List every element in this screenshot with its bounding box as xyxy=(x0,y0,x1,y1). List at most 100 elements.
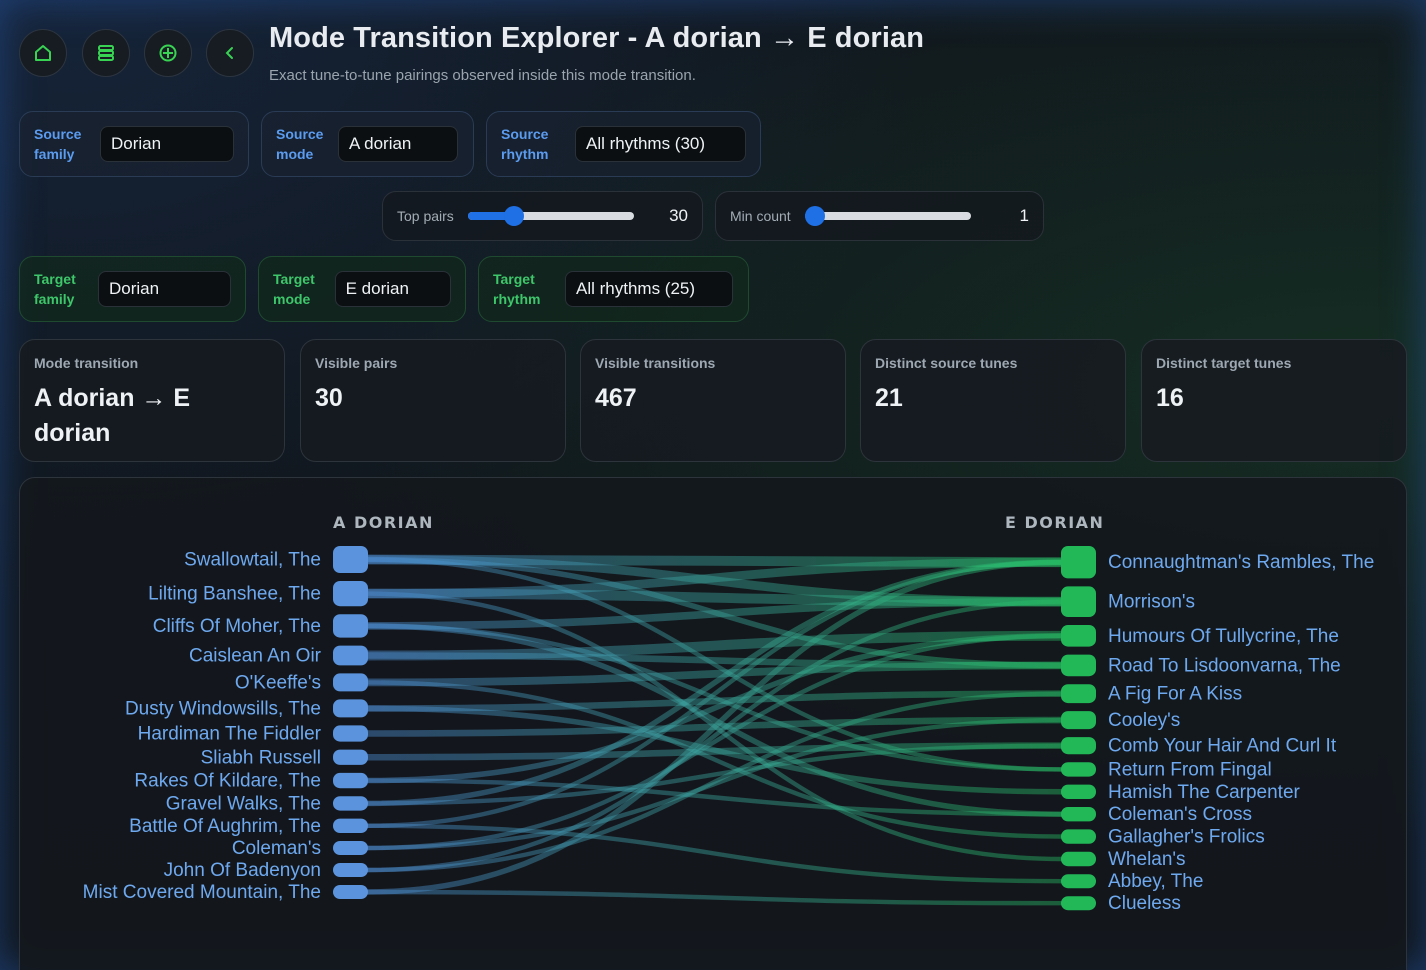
target-mode-select[interactable]: E dorian xyxy=(334,271,451,307)
target-node[interactable] xyxy=(1061,711,1096,730)
target-node-label: Morrison's xyxy=(1108,592,1195,613)
stat-label: Visible pairs xyxy=(315,355,398,371)
source-node[interactable] xyxy=(333,841,368,855)
stat-card-visible-transitions: Visible transitions 467 xyxy=(580,339,846,462)
source-node-label: Mist Covered Mountain, The xyxy=(83,882,321,903)
source-node-label: Battle Of Aughrim, The xyxy=(129,816,321,837)
source-node[interactable] xyxy=(333,546,368,573)
top-pairs-label: Top pairs xyxy=(397,208,454,224)
target-node[interactable] xyxy=(1061,807,1096,822)
top-pairs-slider-handle[interactable] xyxy=(504,206,525,226)
target-node[interactable] xyxy=(1061,829,1096,844)
source-node[interactable] xyxy=(333,863,368,877)
target-node-label: A Fig For A Kiss xyxy=(1108,684,1242,705)
target-node-label: Clueless xyxy=(1108,893,1181,914)
source-node[interactable] xyxy=(333,725,368,742)
source-node[interactable] xyxy=(333,749,368,765)
database-button[interactable] xyxy=(82,29,130,77)
source-mode-label: Source mode xyxy=(276,126,324,162)
sankey-link[interactable] xyxy=(365,597,1064,630)
target-node-label: Coleman's Cross xyxy=(1108,804,1252,825)
crosshair-icon xyxy=(159,44,177,62)
target-node[interactable] xyxy=(1061,625,1096,647)
stat-label: Distinct target tunes xyxy=(1156,355,1292,371)
stat-value: A dorian → E dorian xyxy=(34,384,191,447)
database-icon xyxy=(98,45,114,61)
target-family-filter: Target family Dorian xyxy=(19,256,246,322)
source-node[interactable] xyxy=(333,885,368,899)
target-node-label: Gallagher's Frolics xyxy=(1108,827,1265,848)
target-node[interactable] xyxy=(1061,654,1096,677)
top-pairs-slider[interactable] xyxy=(467,206,634,226)
source-node[interactable] xyxy=(333,581,368,607)
target-node-label: Hamish The Carpenter xyxy=(1108,782,1301,803)
target-node[interactable] xyxy=(1061,896,1096,911)
target-node-label: Comb Your Hair And Curl It xyxy=(1108,736,1337,757)
source-family-filter: Source family Dorian xyxy=(19,111,249,177)
source-node-label: Dusty Windowsills, The xyxy=(125,698,321,719)
target-family-select[interactable]: Dorian xyxy=(98,271,231,307)
source-node[interactable] xyxy=(333,645,368,666)
sankey-chart: Swallowtail, The Lilting Banshee, The Clif… xyxy=(83,513,1375,914)
stat-value: 21 xyxy=(875,384,903,412)
target-node-label: Connaughtman's Rambles, The xyxy=(1108,552,1374,573)
source-rhythm-select[interactable]: All rhythms (30) xyxy=(575,126,746,162)
page-title: Mode Transition Explorer - A dorian → E … xyxy=(269,22,925,54)
source-node-label: Rakes Of Kildare, The xyxy=(134,771,321,792)
stat-card-distinct-target-tunes: Distinct target tunes 16 xyxy=(1141,339,1407,462)
target-node-label: Road To Lisdoonvarna, The xyxy=(1108,655,1341,676)
back-button[interactable] xyxy=(206,29,254,77)
stat-value: 30 xyxy=(315,384,343,412)
target-rhythm-select[interactable]: All rhythms (25) xyxy=(565,271,733,307)
top-pairs-value: 30 xyxy=(669,206,688,225)
source-node-label: Gravel Walks, The xyxy=(166,793,321,814)
source-node-label: Cliffs Of Moher, The xyxy=(153,616,321,637)
target-mode-label: Target mode xyxy=(273,271,315,307)
target-node-label: Humours Of Tullycrine, The xyxy=(1108,626,1339,647)
source-node[interactable] xyxy=(333,614,368,638)
source-node[interactable] xyxy=(333,699,368,718)
min-count-value: 1 xyxy=(1019,206,1029,225)
sankey-link[interactable] xyxy=(365,823,1064,884)
min-count-slider-handle[interactable] xyxy=(804,206,825,226)
source-node[interactable] xyxy=(333,772,368,789)
target-node[interactable] xyxy=(1061,784,1096,799)
source-mode-select[interactable]: A dorian xyxy=(338,126,458,162)
stat-card-distinct-source-tunes: Distinct source tunes 21 xyxy=(860,339,1126,462)
source-node[interactable] xyxy=(333,818,368,833)
target-node[interactable] xyxy=(1061,546,1096,579)
source-node-label: Hardiman The Fiddler xyxy=(138,724,322,745)
source-node-label: O'Keeffe's xyxy=(235,672,321,693)
source-rhythm-filter: Source rhythm All rhythms (30) xyxy=(486,111,761,177)
target-mode-filter: Target mode E dorian xyxy=(258,256,466,322)
source-node-label: Swallowtail, The xyxy=(184,550,321,571)
source-node-label: Coleman's xyxy=(232,838,321,859)
target-node[interactable] xyxy=(1061,586,1096,617)
source-family-label: Source family xyxy=(34,126,82,162)
stat-label: Mode transition xyxy=(34,355,139,371)
min-count-slider[interactable] xyxy=(804,206,971,226)
stat-label: Distinct source tunes xyxy=(875,355,1018,371)
sankey-links xyxy=(365,554,1064,906)
sankey-panel: Swallowtail, The Lilting Banshee, The Clif… xyxy=(19,477,1407,970)
crosshair-button[interactable] xyxy=(144,29,192,77)
target-node[interactable] xyxy=(1061,851,1096,867)
home-icon xyxy=(35,45,51,61)
sankey-link[interactable] xyxy=(365,889,1064,906)
target-rhythm-filter: Target rhythm All rhythms (25) xyxy=(478,256,749,322)
stat-card-visible-pairs: Visible pairs 30 xyxy=(300,339,566,462)
source-family-select[interactable]: Dorian xyxy=(100,126,234,162)
source-node-label: Lilting Banshee, The xyxy=(148,584,321,605)
target-node-label: Whelan's xyxy=(1108,849,1186,870)
target-node[interactable] xyxy=(1061,737,1096,755)
home-button[interactable] xyxy=(19,29,67,77)
target-rhythm-label: Target rhythm xyxy=(493,271,541,307)
target-node[interactable] xyxy=(1061,874,1096,889)
source-node[interactable] xyxy=(333,796,368,811)
source-mode-filter: Source mode A dorian xyxy=(261,111,474,177)
source-node-label: Sliabh Russell xyxy=(201,747,321,768)
target-node[interactable] xyxy=(1061,684,1096,704)
stat-card-mode-transition: Mode transition A dorian → E dorian xyxy=(19,339,285,462)
target-node[interactable] xyxy=(1061,762,1096,777)
source-node[interactable] xyxy=(333,673,368,692)
